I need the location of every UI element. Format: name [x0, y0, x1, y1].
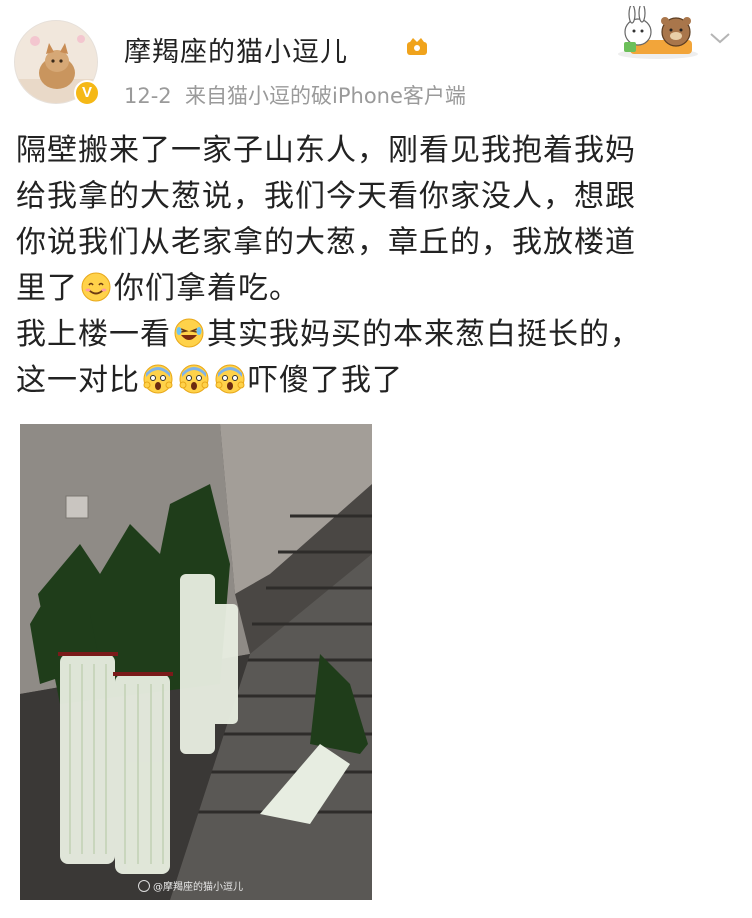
post-source-link[interactable]: 猫小逗的破iPhone客户端 — [227, 84, 466, 108]
source-prefix: 来自 — [185, 84, 228, 108]
watermark-text: @摩羯座的猫小逗儿 — [153, 882, 243, 893]
crown-icon[interactable] — [406, 36, 428, 56]
post-line: 隔壁搬来了一家子山东人，刚看见我抱着我妈 — [16, 133, 636, 168]
post-line: 你说我们从老家拿的大葱，章丘的，我放楼道 — [16, 225, 636, 260]
post-line-with-emoji: 我上楼一看 其实我妈买的本来葱白挺长的， — [16, 312, 736, 358]
post-segment: 这一对比 — [16, 363, 140, 398]
chevron-down-icon[interactable] — [708, 30, 732, 46]
stairwell-green-onions-image — [20, 424, 372, 900]
scream-emoji-icon — [143, 364, 173, 394]
post-line-with-emoji: 这一对比 吓傻了我了 — [16, 358, 736, 404]
post-header: V 摩羯座的猫小逗儿 12-2 来自猫小逗的破iPhone客户端 — [0, 0, 752, 118]
post-segment: 吓傻了我了 — [248, 363, 403, 398]
rabbit-bear-sticker-icon — [618, 6, 698, 59]
post-segment: 其实我妈买的本来葱白挺长的， — [207, 317, 641, 352]
verified-badge-icon: V — [74, 80, 100, 106]
post-line-with-emoji: 里了 你们拿着吃。 — [16, 266, 736, 312]
weibo-icon — [138, 880, 150, 892]
post-segment: 里了 — [16, 271, 78, 306]
post-meta: 12-2 来自猫小逗的破iPhone客户端 — [124, 80, 466, 110]
avatar-container[interactable]: V — [14, 20, 100, 106]
username[interactable]: 摩羯座的猫小逗儿 — [124, 30, 348, 69]
smile-emoji-icon — [81, 272, 111, 302]
post-segment: 你们拿着吃。 — [114, 271, 300, 306]
post-date: 12-2 — [124, 84, 172, 108]
scream-emoji-icon — [215, 364, 245, 394]
post-text: 隔壁搬来了一家子山东人，刚看见我抱着我妈 给我拿的大葱说，我们今天看你家没人，想… — [16, 128, 736, 404]
post-segment: 我上楼一看 — [16, 317, 171, 352]
photo-watermark: @摩羯座的猫小逗儿 — [138, 878, 243, 893]
laugh-cry-emoji-icon — [174, 318, 204, 348]
post-line: 给我拿的大葱说，我们今天看你家没人，想跟 — [16, 179, 636, 214]
scream-emoji-icon — [179, 364, 209, 394]
post-photo[interactable]: @摩羯座的猫小逗儿 — [20, 424, 372, 900]
